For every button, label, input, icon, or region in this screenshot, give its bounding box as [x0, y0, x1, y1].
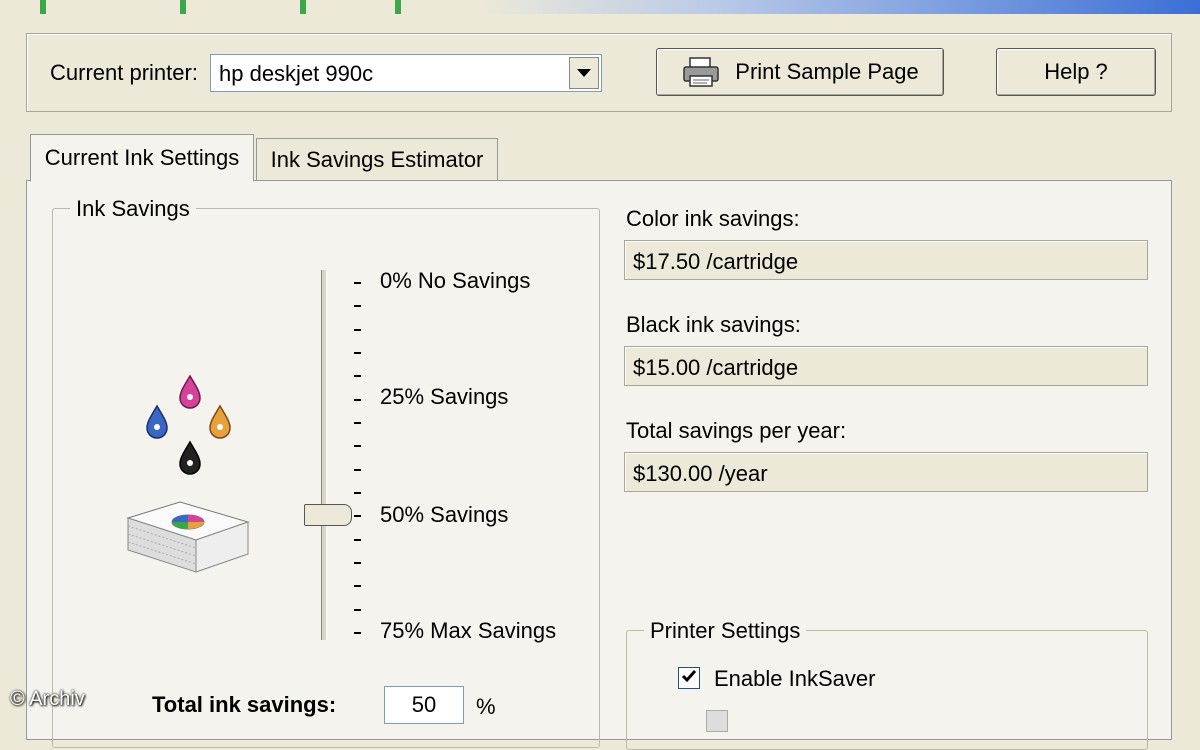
slider-tick	[354, 445, 361, 448]
ink-savings-slider-thumb[interactable]	[304, 504, 352, 527]
slider-tick	[354, 422, 361, 424]
slider-tick	[354, 375, 361, 378]
tab-label: Current Ink Settings	[44, 145, 240, 170]
slider-tick	[354, 328, 361, 331]
help-label: Help ?	[1044, 59, 1108, 84]
slider-tick	[354, 515, 361, 518]
enable-inksaver-label: Enable InkSaver	[714, 666, 876, 691]
black-ink-savings-label: Black ink savings:	[626, 312, 801, 337]
slider-tick	[354, 608, 361, 611]
printer-icon	[681, 56, 721, 88]
printer-select-value: hp deskjet 990c	[219, 61, 374, 86]
printer-select[interactable]: hp deskjet 990c	[210, 54, 602, 92]
tab-current-ink-settings[interactable]: Current Ink Settings	[30, 134, 254, 182]
window-title-bar	[0, 0, 1200, 14]
paper-stack-icon	[126, 501, 250, 573]
slider-tick	[354, 492, 361, 494]
tab-label: Ink Savings Estimator	[270, 146, 484, 172]
total-ink-savings-value: 50	[411, 692, 437, 717]
printer-settings-group	[626, 630, 1148, 750]
enable-inksaver-checkbox[interactable]	[678, 667, 700, 689]
title-logo-fragment	[180, 0, 186, 14]
slider-tick	[354, 468, 361, 471]
scale-label-25: 25% Savings	[380, 384, 509, 409]
total-savings-per-year-value: $130.00 /year	[624, 452, 1148, 492]
black-ink-savings-value: $15.00 /cartridge	[624, 346, 1148, 386]
chevron-down-icon[interactable]	[569, 57, 599, 89]
print-sample-page-button[interactable]: Print Sample Page	[656, 48, 944, 96]
magenta-drop-icon	[179, 374, 201, 409]
title-logo-fragment	[300, 0, 306, 14]
yellow-drop-icon	[209, 404, 231, 439]
slider-tick	[354, 585, 361, 588]
black-drop-icon	[179, 440, 201, 475]
ink-savings-slider-track[interactable]	[321, 270, 327, 640]
blue-drop-icon	[146, 404, 168, 439]
total-ink-savings-input[interactable]: 50	[384, 686, 464, 724]
secondary-checkbox-partial[interactable]	[706, 710, 728, 732]
print-sample-page-label: Print Sample Page	[735, 59, 919, 84]
scale-label-50: 50% Savings	[380, 502, 509, 527]
slider-tick	[354, 562, 361, 564]
ink-savings-group-title: Ink Savings	[70, 196, 196, 222]
ink-illustration	[120, 370, 260, 580]
help-button[interactable]: Help ?	[996, 48, 1156, 96]
current-printer-label: Current printer:	[50, 60, 198, 85]
slider-tick	[354, 305, 361, 308]
checkmark-icon	[681, 669, 697, 688]
slider-tick	[354, 398, 361, 401]
total-ink-savings-label: Total ink savings:	[152, 692, 337, 717]
scale-label-75: 75% Max Savings	[380, 618, 557, 643]
color-ink-savings-value: $17.50 /cartridge	[624, 240, 1148, 280]
slider-tick	[354, 632, 361, 634]
title-logo-fragment	[395, 0, 401, 14]
total-savings-per-year-label: Total savings per year:	[626, 418, 847, 443]
percent-unit: %	[476, 694, 496, 719]
color-ink-savings-label: Color ink savings:	[626, 206, 800, 231]
title-logo-fragment	[40, 0, 46, 14]
tab-ink-savings-estimator[interactable]: Ink Savings Estimator	[256, 138, 498, 180]
archiv-watermark: © Archiv	[10, 688, 85, 710]
slider-tick	[354, 282, 361, 284]
slider-tick	[354, 352, 361, 354]
scale-label-0: 0% No Savings	[380, 268, 531, 293]
printer-settings-group-title: Printer Settings	[644, 618, 807, 644]
slider-tick	[354, 538, 361, 541]
